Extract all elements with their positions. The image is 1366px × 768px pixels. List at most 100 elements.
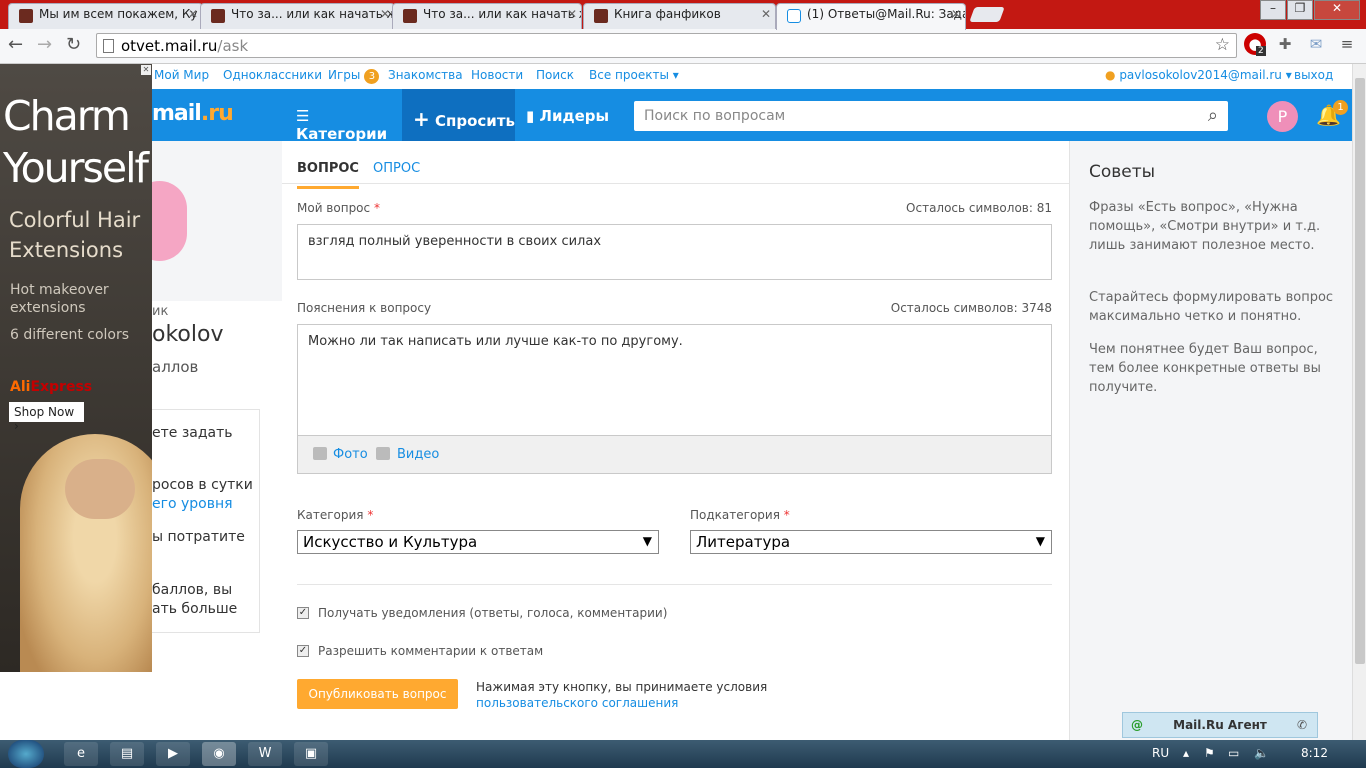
site-favicon-icon bbox=[787, 9, 801, 23]
site-favicon-icon bbox=[403, 9, 417, 23]
site-header: mail.ru ☰ Категории + Спросить ▮ Лидеры … bbox=[0, 89, 1352, 143]
language-indicator[interactable]: RU bbox=[1152, 746, 1169, 760]
avatar[interactable]: P bbox=[1267, 101, 1298, 132]
puzzle-extension-icon[interactable]: ✚ bbox=[1274, 33, 1296, 55]
publish-button[interactable]: Опубликовать вопрос bbox=[297, 679, 458, 709]
extension-badge: 2 bbox=[1256, 46, 1266, 56]
flag-icon[interactable]: ⚑ bbox=[1204, 746, 1215, 760]
notify-checkbox[interactable]: ✓ bbox=[297, 607, 309, 619]
portal-link-all-projects[interactable]: Все проекты ▾ bbox=[589, 68, 679, 82]
close-icon[interactable]: ✕ bbox=[188, 7, 198, 21]
description-label: Пояснения к вопросу bbox=[297, 301, 432, 315]
menu-icon[interactable]: ≡ bbox=[1336, 33, 1358, 55]
portal-bar: Мой Мир Одноклассники Игры 3 Знакомства Н… bbox=[0, 64, 1352, 89]
explorer-icon[interactable]: ▤ bbox=[110, 742, 144, 766]
reload-icon[interactable]: ↻ bbox=[66, 34, 81, 55]
minimize-button[interactable]: – bbox=[1260, 0, 1286, 20]
network-app-icon[interactable]: ▣ bbox=[294, 742, 328, 766]
address-bar[interactable]: otvet.mail.ru/ask ☆ bbox=[96, 33, 1237, 58]
scrollbar[interactable] bbox=[1352, 64, 1366, 741]
media-player-icon[interactable]: ▶ bbox=[156, 742, 190, 766]
nav-leaders[interactable]: ▮ Лидеры bbox=[526, 89, 616, 141]
select-value: Искусство и Культура bbox=[303, 533, 478, 551]
description-char-counter: Осталось символов: 3748 bbox=[890, 301, 1052, 315]
portal-link-news[interactable]: Новости bbox=[471, 68, 523, 82]
nav-label: Лидеры bbox=[539, 107, 610, 125]
close-icon[interactable]: ✕ bbox=[951, 7, 961, 21]
browser-tab[interactable]: Книга фанфиков ✕ bbox=[583, 3, 776, 29]
scrollbar-thumb[interactable] bbox=[1355, 78, 1365, 664]
portal-link-dating[interactable]: Знакомства bbox=[388, 68, 463, 82]
tab-title: Что за... или как начать ж bbox=[231, 7, 395, 21]
tab-title: Что за... или как начать ж bbox=[423, 7, 582, 21]
profile-sidebar: ик okolov аллов ете задать росов в сутки… bbox=[132, 141, 282, 741]
clock[interactable]: 8:12 bbox=[1301, 746, 1328, 760]
games-count-badge: 3 bbox=[364, 69, 380, 84]
description-input[interactable]: Можно ли так написать или лучше как-то п… bbox=[297, 324, 1052, 436]
nav-ask[interactable]: + Спросить bbox=[402, 89, 515, 141]
nav-categories[interactable]: ☰ Категории bbox=[296, 89, 402, 143]
back-icon[interactable]: ← bbox=[8, 34, 23, 55]
attach-photo-link[interactable]: Фото bbox=[333, 447, 368, 462]
tab-question[interactable]: ВОПРОС bbox=[297, 161, 359, 189]
search-icon[interactable]: ⌕ bbox=[1208, 105, 1218, 126]
list-icon: ☰ bbox=[296, 107, 310, 125]
ad-close-icon[interactable]: ✕ bbox=[141, 65, 151, 75]
close-window-button[interactable]: ✕ bbox=[1314, 0, 1360, 20]
maximize-button[interactable]: ❐ bbox=[1287, 0, 1313, 20]
portal-link-moimir[interactable]: Мой Мир bbox=[154, 68, 209, 82]
logout-link[interactable]: выход bbox=[1294, 68, 1333, 82]
ie-icon[interactable]: e bbox=[64, 742, 98, 766]
required-mark: * bbox=[783, 508, 790, 522]
mail-extension-icon[interactable]: ✉ bbox=[1305, 33, 1327, 55]
new-tab-button[interactable] bbox=[969, 7, 1005, 22]
portal-link-search[interactable]: Поиск bbox=[536, 68, 574, 82]
close-icon[interactable]: ✕ bbox=[380, 7, 390, 21]
ad-headline: Yourself bbox=[3, 144, 149, 192]
forward-icon[interactable]: → bbox=[37, 34, 52, 55]
browser-tab-active[interactable]: (1) Ответы@Mail.Ru: Зада ✕ bbox=[776, 3, 966, 30]
start-button[interactable] bbox=[8, 740, 44, 768]
bookmark-star-icon[interactable]: ☆ bbox=[1215, 35, 1230, 55]
subcategory-select[interactable]: Литература ▼ bbox=[690, 530, 1052, 554]
ad-banner[interactable]: ✕ Charm Yourself Colorful Hair Extension… bbox=[0, 64, 152, 672]
ad-subheadline: Extensions bbox=[9, 238, 124, 262]
mailru-logo[interactable]: mail.ru bbox=[152, 101, 234, 126]
category-select[interactable]: Искусство и Культура ▼ bbox=[297, 530, 659, 554]
label-text: Подкатегория bbox=[690, 508, 780, 522]
close-icon[interactable]: ✕ bbox=[567, 7, 577, 21]
volume-icon[interactable]: 🔈 bbox=[1254, 746, 1269, 760]
question-input[interactable]: взгляд полный уверенности в своих силах bbox=[297, 224, 1052, 280]
form-tabs: ВОПРОС ОПРОС bbox=[282, 146, 1069, 189]
subcategory-label: Подкатегория * bbox=[690, 508, 790, 522]
shop-now-button[interactable]: Shop Now › bbox=[9, 402, 84, 433]
tab-poll[interactable]: ОПРОС bbox=[373, 161, 420, 176]
comments-checkbox[interactable]: ✓ bbox=[297, 645, 309, 657]
portal-link-ok[interactable]: Одноклассники bbox=[223, 68, 322, 82]
attach-video-link[interactable]: Видео bbox=[397, 447, 439, 462]
portal-link-games[interactable]: Игры 3 bbox=[328, 68, 380, 84]
next-level-link[interactable]: его уровня bbox=[152, 496, 233, 512]
browser-tab[interactable]: Что за... или как начать ж ✕ bbox=[392, 3, 582, 29]
mail-agent-widget[interactable]: @ Mail.Ru Агент ✆ bbox=[1122, 712, 1318, 738]
browser-tab[interactable]: Что за... или как начать ж ✕ bbox=[200, 3, 395, 29]
close-icon[interactable]: ✕ bbox=[761, 7, 771, 21]
word-icon[interactable]: W bbox=[248, 742, 282, 766]
terms-link[interactable]: пользовательского соглашения bbox=[476, 696, 678, 710]
browser-tab-strip: Мы им всем покажем, Ку ✕ Что за... или ка… bbox=[0, 0, 1366, 30]
question-char-counter: Осталось символов: 81 bbox=[906, 201, 1052, 215]
user-email-link[interactable]: ● pavlosokolov2014@mail.ru ▾ bbox=[1105, 68, 1292, 82]
site-favicon-icon bbox=[594, 9, 608, 23]
tray-arrow-icon[interactable]: ▴ bbox=[1183, 746, 1189, 760]
url-host: otvet.mail.ru bbox=[121, 37, 218, 55]
user-name[interactable]: okolov bbox=[152, 322, 223, 347]
search-input[interactable]: Поиск по вопросам ⌕ bbox=[634, 101, 1228, 131]
phone-icon[interactable]: ✆ bbox=[1291, 713, 1313, 737]
browser-tab[interactable]: Мы им всем покажем, Ку ✕ bbox=[8, 3, 203, 29]
chrome-icon[interactable]: ◉ bbox=[202, 742, 236, 766]
network-icon[interactable]: ▭ bbox=[1228, 746, 1239, 760]
notification-badge: 1 bbox=[1333, 100, 1348, 115]
user-rank: ик bbox=[152, 304, 169, 319]
ad-text: Hot makeover bbox=[10, 282, 109, 298]
tip-text: Чем понятнее будет Ваш вопрос, тем более… bbox=[1089, 342, 1321, 395]
